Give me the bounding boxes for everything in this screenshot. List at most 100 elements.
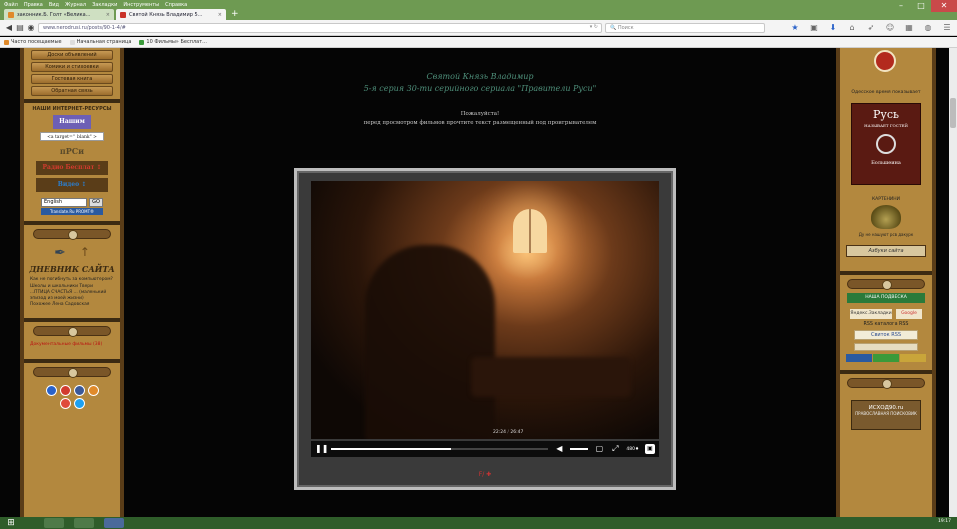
counter-strip [840, 354, 932, 362]
diary-entry[interactable]: Похожее Лена Садовская [30, 302, 114, 308]
favicon-icon [120, 11, 126, 18]
divider [24, 358, 120, 363]
back-icon[interactable]: ◀ [4, 23, 14, 33]
clipboard-icon[interactable]: ▣ [809, 23, 819, 33]
divider [840, 271, 932, 275]
taskbar-app-icon[interactable] [104, 518, 124, 528]
translate-credit[interactable]: Translate.Ru PROMT® [41, 208, 103, 215]
rss-catalog-label[interactable]: RSS каталога RSS [840, 322, 932, 327]
scrollbar[interactable] [949, 48, 957, 517]
feedback-button[interactable]: Обратная связь [31, 86, 113, 96]
language-select[interactable]: English [41, 198, 87, 207]
close-tab-icon[interactable]: × [218, 12, 222, 18]
time-total: 26:47 [510, 430, 524, 435]
diary-list: Как не погибнуть за компьютером? Школы и… [24, 277, 120, 308]
site-info-icon[interactable]: ◉ [26, 23, 36, 33]
windows-icon[interactable]: ⊞ [4, 518, 18, 528]
translate-go-button[interactable]: GO [89, 198, 103, 207]
decorative-plate [847, 279, 925, 290]
resource-logo-video[interactable]: Видео ↕ [36, 178, 108, 192]
extension-icon[interactable]: ▦ [904, 23, 914, 33]
resources-title: НАШИ ИНТЕРНЕТ-РЕСУРСЫ [32, 106, 112, 112]
minimize-button[interactable]: – [891, 0, 911, 12]
social-icons-row-2 [24, 397, 120, 409]
bookmark-films[interactable]: 10 Фильмы» Бесплат... [139, 39, 207, 45]
social-icon[interactable] [59, 384, 71, 396]
ring-icon [876, 134, 896, 154]
taskbar: ⊞ 19:17 [0, 517, 957, 529]
bookmark-label: Начальная страница [76, 39, 132, 45]
social-icon[interactable] [45, 384, 57, 396]
tab-video[interactable]: Святой Князь Владимир 5... × [116, 9, 226, 20]
video-canvas[interactable] [311, 181, 659, 439]
counter-icon[interactable] [846, 354, 872, 362]
send-icon[interactable]: ➶ [866, 23, 876, 33]
board-button[interactable]: Доски объявлений [31, 50, 113, 60]
diary-entry[interactable]: Школы и школьники Твери [30, 284, 114, 290]
resource-logo-radio[interactable]: Радио Бесплат ↕ [36, 161, 108, 175]
yandex-bookmarks-badge[interactable]: Яндекс.Закладки [850, 309, 892, 319]
browser-titlebar: Файл Правка Вид Журнал Закладки Инструме… [0, 0, 957, 20]
search-input[interactable]: 🔍 Поиск [605, 23, 765, 33]
counter-icon[interactable] [873, 354, 899, 362]
site-alphabet-banner[interactable]: Азбуки сайта [846, 245, 926, 257]
close-tab-icon[interactable]: × [106, 12, 110, 18]
social-icon[interactable] [73, 384, 85, 396]
neon-badge[interactable]: Свиток RSS [854, 330, 918, 340]
refresh-icon[interactable]: ▾ ↻ [590, 24, 598, 31]
notice-please: Пожалуйста! [460, 111, 500, 117]
google-badge[interactable]: Google [896, 309, 922, 319]
documentary-link[interactable]: Документальные фильмы (38) [24, 340, 120, 349]
subscribe-badge[interactable]: НАША ПОДВЕСКА [847, 293, 925, 303]
download-icon[interactable]: ⬇ [828, 23, 838, 33]
volume-slider[interactable] [570, 448, 589, 450]
diary-entry[interactable]: Как не погибнуть за компьютером? [30, 277, 114, 283]
smile-icon[interactable]: ☺ [885, 23, 895, 33]
home-icon[interactable]: ⌂ [847, 23, 857, 33]
social-icon[interactable] [59, 397, 71, 409]
scrollbar-thumb[interactable] [950, 98, 956, 128]
menu-icon[interactable]: ☰ [942, 23, 952, 33]
bookmark-start-page[interactable]: Начальная страница [69, 39, 132, 45]
reader-icon[interactable]: ▤ [15, 23, 25, 33]
settings-icon[interactable]: ▣ [645, 444, 655, 454]
counter-icon[interactable] [900, 354, 926, 362]
rus-banner[interactable]: Русь НАЗЫВАЕТ ГОСТЕЙ Большеина [851, 103, 921, 185]
search-icon: 🔍 [610, 25, 617, 31]
guestbook-button[interactable]: Гостевая книга [31, 74, 113, 84]
taskbar-explorer-icon[interactable] [74, 518, 94, 528]
star-icon[interactable]: ★ [790, 23, 800, 33]
money-pot-icon[interactable] [871, 205, 901, 229]
decorative-plate [847, 378, 925, 389]
progress-fill [331, 448, 451, 450]
social-icon[interactable] [87, 384, 99, 396]
tab-strip: законник.Б. Голт «Велика... × Святой Кня… [4, 9, 242, 20]
progress-bar[interactable] [331, 448, 549, 450]
close-button[interactable]: ✕ [931, 0, 957, 12]
player-caption: F/ ✚ [478, 471, 492, 478]
volume-icon[interactable]: ◀ [554, 444, 564, 454]
bookmark-frequent[interactable]: Часто посещаемые [4, 39, 62, 45]
video-controls: ❚❚ ◀ ▢ ⤢ 480♦ ▣ [311, 441, 659, 457]
taskbar-browser-icon[interactable] [44, 518, 64, 528]
diary-entry[interactable]: ...ПТИЦА СЧАСТЬЯ ... (маленький эпизод и… [30, 290, 114, 301]
new-tab-button[interactable]: + [228, 9, 242, 20]
comics-button[interactable]: Комики и стихоевки [31, 62, 113, 72]
tab-label: законник.Б. Голт «Велика... [17, 11, 91, 18]
quality-selector[interactable]: 480♦ [626, 447, 639, 452]
resource-logo-1[interactable]: Нашим [53, 115, 91, 129]
pause-icon[interactable]: ❚❚ [315, 444, 328, 454]
bookmark-icon [4, 39, 9, 45]
tab-book[interactable]: законник.Б. Голт «Велика... × [4, 9, 114, 20]
url-input[interactable]: www.nerodrusi.ru/posts/90-1-4/# ▾ ↻ [38, 23, 602, 33]
captions-icon[interactable]: ▢ [594, 444, 604, 454]
page-title: Святой Князь Владимир [426, 72, 534, 81]
addon-icon[interactable]: ◍ [923, 23, 933, 33]
fullscreen-icon[interactable]: ⤢ [610, 444, 620, 454]
counter-badge[interactable] [854, 343, 918, 351]
orthodox-search-banner[interactable]: ИСХОД90.ru ПРАВОСЛАВНАЯ ПОИСКОВИК [851, 400, 921, 430]
bookmark-icon [69, 39, 75, 45]
maximize-button[interactable]: □ [911, 0, 931, 12]
resource-logo-prsi[interactable]: пРСи [57, 144, 87, 158]
social-icon[interactable] [73, 397, 85, 409]
